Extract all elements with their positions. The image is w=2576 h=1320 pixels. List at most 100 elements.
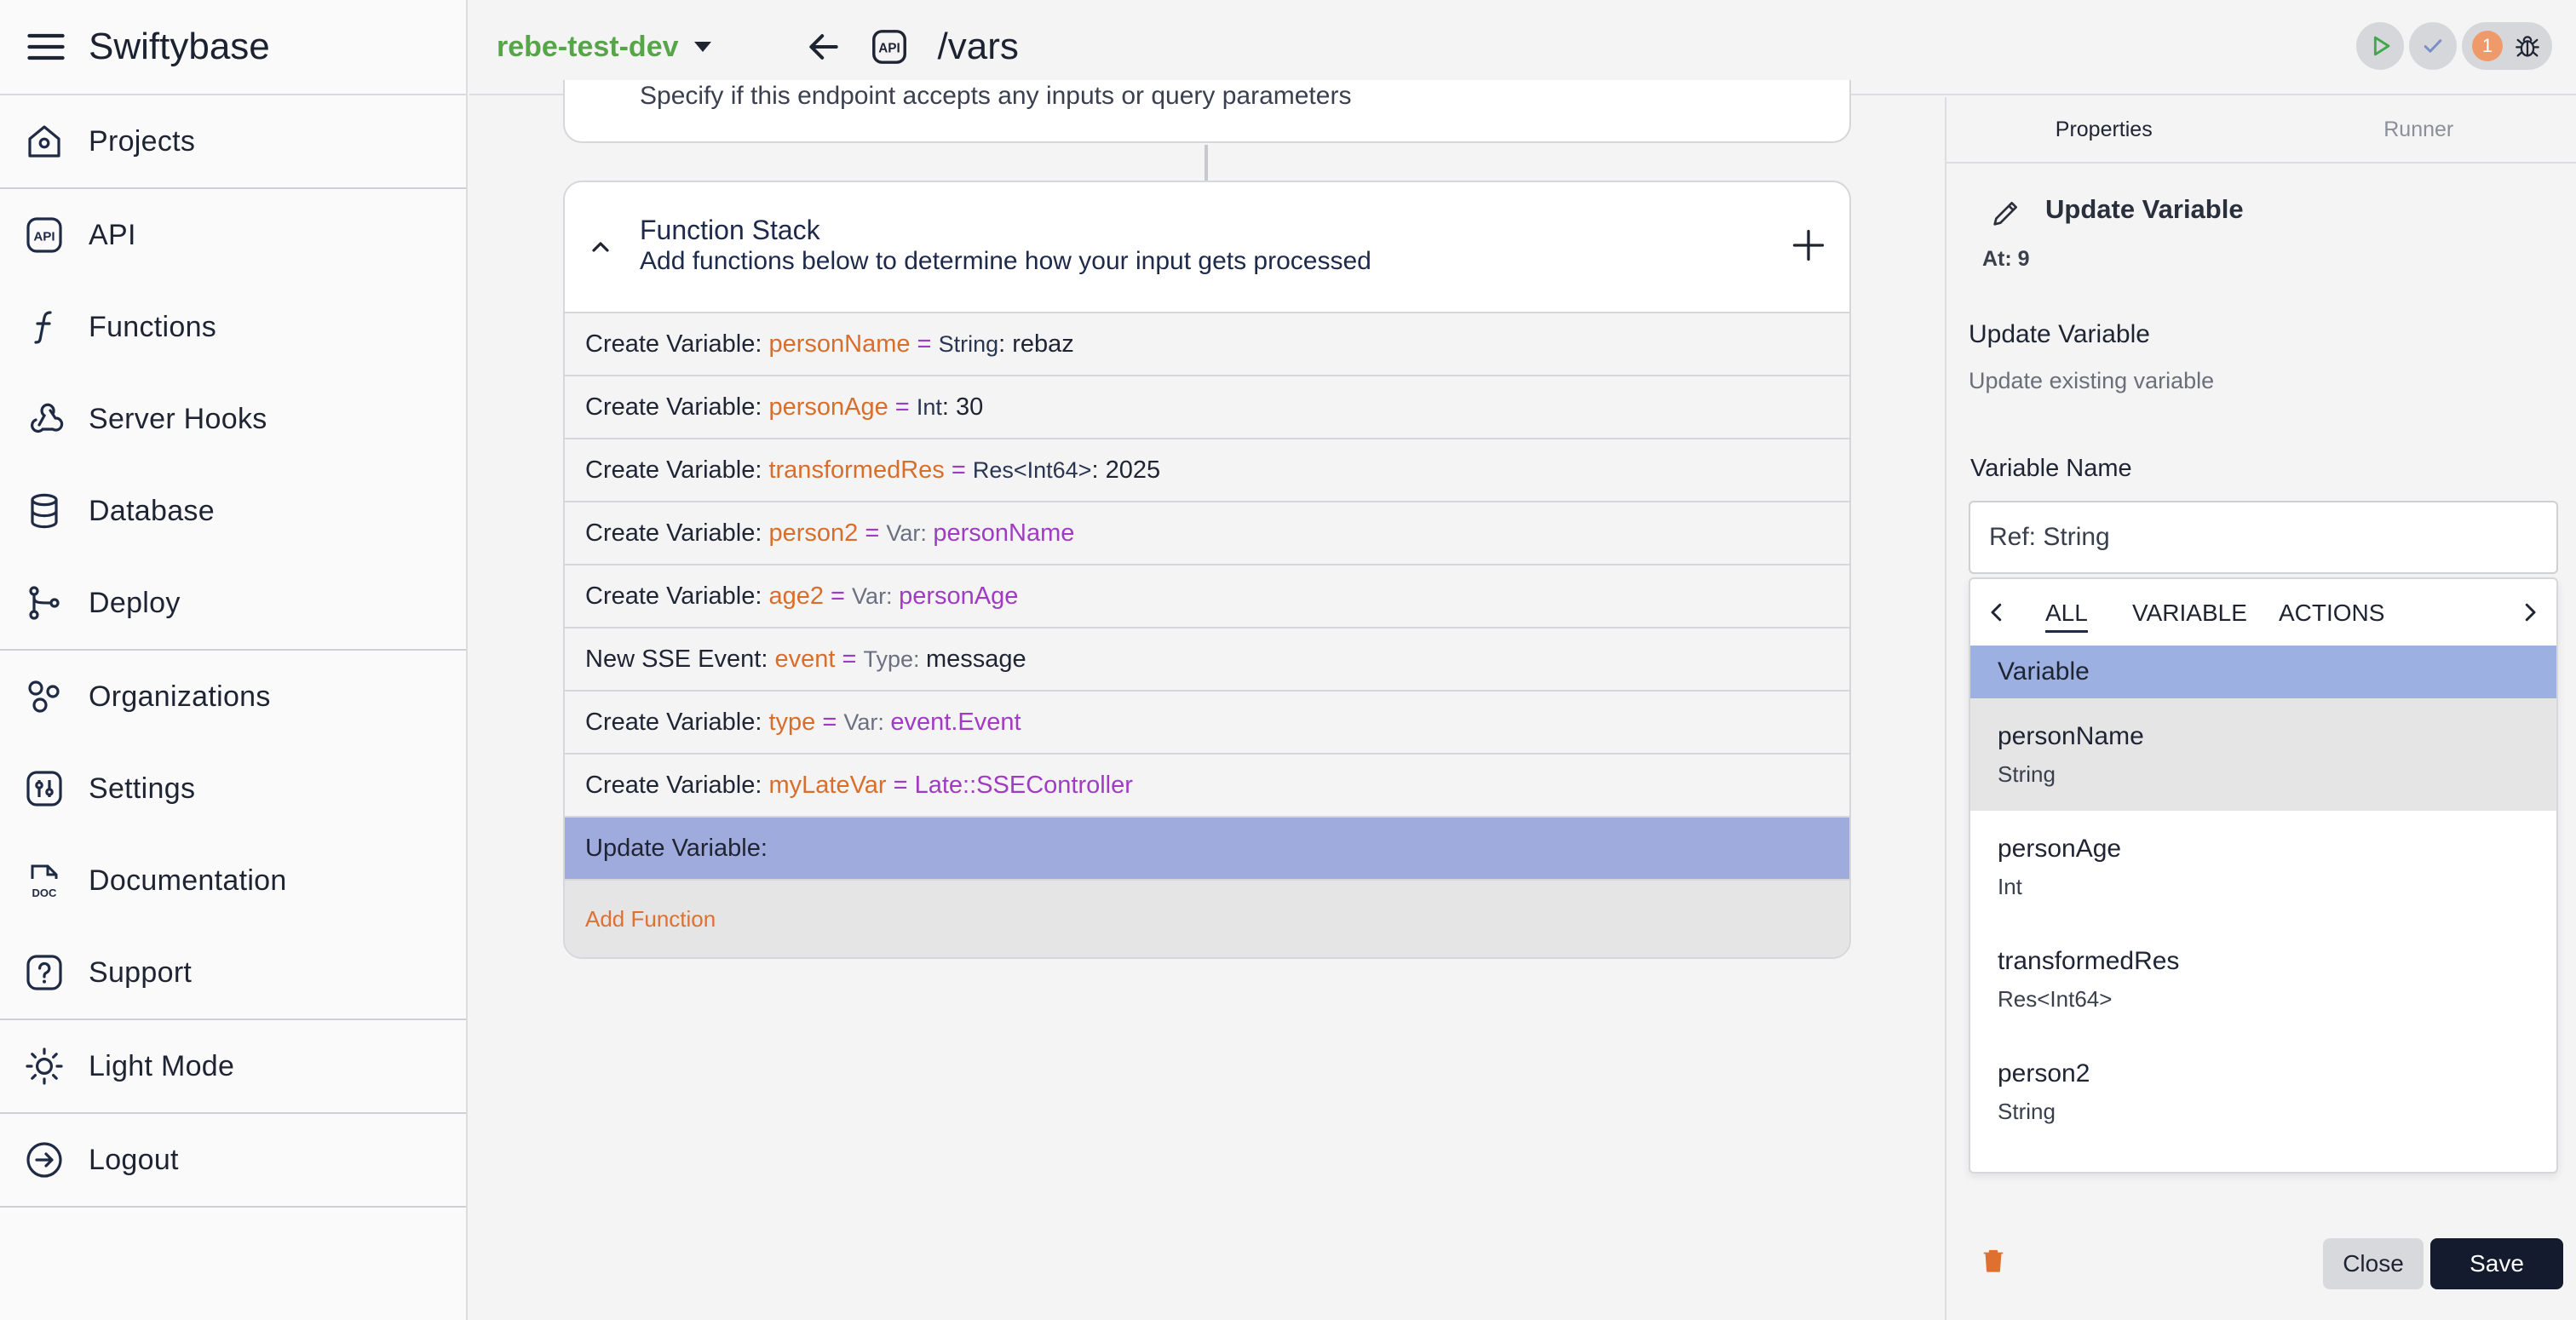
function-row[interactable]: New SSE Event: event = Type: message <box>565 628 1849 692</box>
panel-tabs: Properties Runner <box>1946 97 2576 164</box>
option-name: personName <box>1998 721 2144 750</box>
sidebar-item-organizations[interactable]: Organizations <box>0 651 466 743</box>
caret-down-icon <box>693 42 711 52</box>
sidebar-item-label: Projects <box>89 124 196 158</box>
database-icon <box>31 493 58 529</box>
option-type: Int <box>1998 873 2022 899</box>
dropdown-option[interactable]: person2 String <box>1970 1036 2556 1148</box>
assign-operator: = <box>835 645 864 673</box>
pencil-icon <box>1993 202 2017 226</box>
environment-name: rebe-test-dev <box>497 30 679 63</box>
function-icon <box>34 311 52 344</box>
plus-icon[interactable] <box>1790 227 1827 264</box>
sidebar-item-deploy[interactable]: Deploy <box>0 557 466 649</box>
variable-value: : 30 <box>941 393 984 421</box>
organizations-icon <box>28 680 60 713</box>
chevron-up-icon[interactable] <box>587 233 614 261</box>
function-stack-header: Function Stack Add functions below to de… <box>565 182 1849 313</box>
sidebar-item-logout[interactable]: Logout <box>0 1114 466 1206</box>
function-row[interactable]: Create Variable: transformedRes = Res<In… <box>565 439 1849 502</box>
sidebar-item-functions[interactable]: Functions <box>0 281 466 373</box>
sidebar-item-server-hooks[interactable]: Server Hooks <box>0 373 466 465</box>
sidebar-item-label: Functions <box>89 310 217 343</box>
run-button[interactable] <box>2356 22 2404 70</box>
add-function-label: Add Function <box>585 905 716 932</box>
option-name: person2 <box>1998 1059 2090 1088</box>
sidebar-item-label: Settings <box>89 772 196 805</box>
function-row[interactable]: Create Variable: type = Var: event.Event <box>565 692 1849 755</box>
logout-icon <box>26 1142 62 1178</box>
tab-runner[interactable]: Runner <box>2262 97 2576 162</box>
nav-group: Organizations Settings DOC Documentation Sup… <box>0 651 466 1020</box>
function-row[interactable]: Create Variable: myLateVar = Late::SSECo… <box>565 755 1849 818</box>
dropdown-tab-actions[interactable]: ACTIONS <box>2279 600 2384 627</box>
dropdown-tab-all[interactable]: ALL <box>2045 600 2088 633</box>
environment-selector[interactable]: rebe-test-dev <box>497 31 711 64</box>
validate-button[interactable] <box>2409 22 2457 70</box>
chevron-left-icon[interactable] <box>1984 600 2010 625</box>
sidebar-item-light-mode[interactable]: Light Mode <box>0 1020 466 1112</box>
option-type: String <box>1998 1098 2056 1124</box>
brand-bar: Swiftybase <box>0 0 466 95</box>
sidebar-item-projects[interactable]: Projects <box>0 95 466 187</box>
assign-operator: = <box>823 582 853 610</box>
debug-button[interactable]: 1 <box>2462 22 2552 70</box>
variable-value: : 2025 <box>1091 456 1161 484</box>
sidebar-item-label: Server Hooks <box>89 402 267 435</box>
variable-type: Res<Int64> <box>972 456 1092 483</box>
home-icon <box>28 125 60 158</box>
function-prefix: Create Variable: <box>585 330 769 358</box>
sidebar-item-api[interactable]: API API <box>0 189 466 281</box>
nav-group: Light Mode <box>0 1020 466 1114</box>
assign-operator: = <box>815 708 844 736</box>
stack-connector <box>1205 145 1208 181</box>
function-prefix: Create Variable: <box>585 771 769 799</box>
function-prefix: Create Variable: <box>585 393 769 421</box>
tab-properties[interactable]: Properties <box>1946 97 2262 162</box>
option-name: personAge <box>1998 834 2122 863</box>
sidebar-item-support[interactable]: Support <box>0 927 466 1019</box>
dropdown-option[interactable]: transformedRes Res<Int64> <box>1970 923 2556 1036</box>
option-name: transformedRes <box>1998 946 2180 975</box>
sidebar-item-documentation[interactable]: DOC Documentation <box>0 835 466 927</box>
panel-heading: Update Variable <box>2045 194 2244 224</box>
variable-value: event.Event <box>890 708 1021 736</box>
hamburger-menu-icon[interactable] <box>24 25 68 69</box>
header-actions: 1 <box>2351 22 2552 70</box>
save-button[interactable]: Save <box>2430 1238 2563 1289</box>
endpoint-path: /vars <box>937 26 1019 67</box>
svg-text:DOC: DOC <box>32 887 58 899</box>
nav-group: Projects <box>0 95 466 189</box>
variable-type: String <box>938 330 999 357</box>
sidebar-item-label: Documentation <box>89 864 287 897</box>
function-row-selected[interactable]: Update Variable: <box>565 818 1849 881</box>
variable-type: Type: <box>863 646 926 672</box>
function-row[interactable]: Create Variable: age2 = Var: personAge <box>565 565 1849 628</box>
variable-value: message <box>926 645 1026 673</box>
sidebar-item-database[interactable]: Database <box>0 465 466 557</box>
section-title: Update Variable <box>1969 320 2150 348</box>
nav-group: Logout <box>0 1114 466 1208</box>
add-function-link[interactable]: Add Function <box>565 881 1849 957</box>
function-row[interactable]: Create Variable: personName = String: re… <box>565 313 1849 376</box>
variable-name: event <box>774 645 836 673</box>
assign-operator: = <box>858 519 887 547</box>
input-parameters-card[interactable]: Specify if this endpoint accepts any inp… <box>563 80 1851 143</box>
sidebar-item-settings[interactable]: Settings <box>0 743 466 835</box>
dropdown-option[interactable]: personName String <box>1970 698 2556 811</box>
variable-name-input[interactable] <box>1969 501 2558 574</box>
trash-icon[interactable] <box>1979 1243 2008 1277</box>
chevron-right-icon[interactable] <box>2517 600 2543 625</box>
position-indicator: At: 9 <box>1982 247 2030 271</box>
dropdown-option[interactable]: personAge Int <box>1970 811 2556 923</box>
section-subtitle: Update existing variable <box>1969 368 2215 393</box>
function-row[interactable]: Create Variable: personAge = Int: 30 <box>565 376 1849 439</box>
variable-name: type <box>768 708 816 736</box>
variable-type: Var: <box>843 709 891 735</box>
option-type: String <box>1998 760 2056 787</box>
function-row[interactable]: Create Variable: person2 = Var: personNa… <box>565 502 1849 565</box>
webhook-icon <box>31 403 64 433</box>
arrow-left-icon[interactable] <box>805 28 842 66</box>
dropdown-tab-variable[interactable]: VARIABLE <box>2132 600 2247 627</box>
close-button[interactable]: Close <box>2323 1238 2424 1289</box>
